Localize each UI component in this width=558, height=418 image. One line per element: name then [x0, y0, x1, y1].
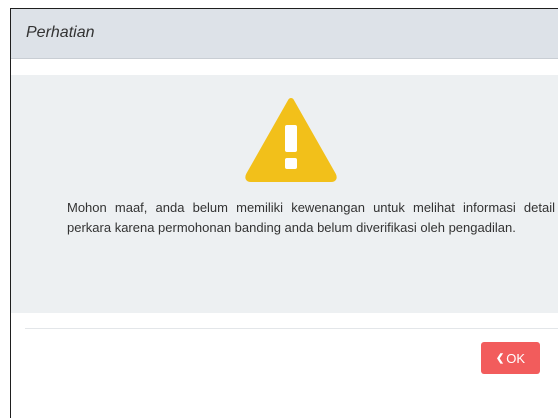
ok-button[interactable]: ❮ OK: [481, 342, 540, 374]
dialog-message: Mohon maaf, anda belum memiliki kewenang…: [67, 200, 555, 235]
modal-dialog: Perhatian Mohon maaf, anda belum memilik…: [10, 8, 558, 418]
ok-button-label: OK: [506, 350, 526, 366]
modal-header: Perhatian: [11, 9, 558, 59]
warning-triangle-icon: [245, 98, 337, 182]
modal-body: Mohon maaf, anda belum memiliki kewenang…: [11, 75, 558, 313]
modal-title: Perhatian: [26, 24, 95, 41]
chevron-left-icon: ❮: [495, 352, 505, 364]
footer-divider: [25, 328, 558, 329]
